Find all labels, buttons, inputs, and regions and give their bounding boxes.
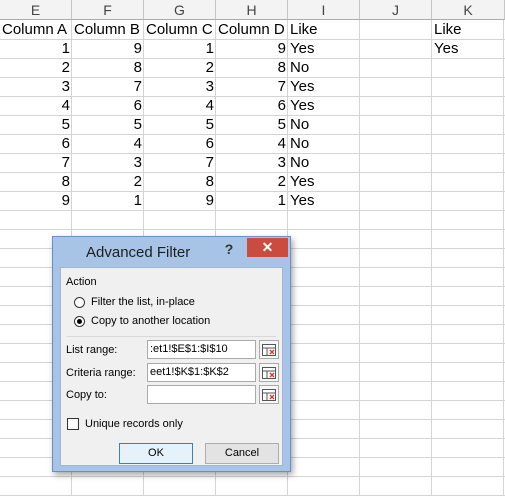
grid-line [0,210,505,211]
criteria-range-collapse-button[interactable] [259,363,279,382]
criteria-range-label: Criteria range: [66,367,136,379]
advanced-filter-dialog: Advanced Filter ? ✕ Action Filter the li… [52,236,291,472]
list-range-label: List range: [66,344,118,356]
table-cell[interactable]: 1 [72,191,144,210]
column-header-k[interactable]: K [432,0,505,20]
filter-in-place-radio[interactable] [74,297,85,308]
list-range-collapse-button[interactable] [259,340,279,359]
criteria-range-input[interactable]: eet1!$K$1:$K$2 [147,363,256,382]
table-cell[interactable]: 9 [144,191,216,210]
copy-to-label: Copy to: [66,389,107,401]
table-cell[interactable]: 4 [144,96,216,115]
table-cell[interactable]: 8 [72,58,144,77]
action-group-label: Action [66,276,97,288]
column-header-i[interactable]: I [288,0,360,20]
copy-to-location-label[interactable]: Copy to another location [91,315,210,327]
table-cell[interactable]: 4 [72,134,144,153]
table-cell[interactable]: 5 [72,115,144,134]
table-cell[interactable]: 2 [72,172,144,191]
table-cell[interactable]: 3 [216,153,288,172]
cell-header-column-b[interactable]: Column B [72,20,144,39]
table-cell[interactable]: 9 [72,39,144,58]
table-cell[interactable]: 9 [216,39,288,58]
column-header-j[interactable]: J [360,0,432,20]
table-cell[interactable]: 5 [144,115,216,134]
table-cell[interactable]: Yes [288,191,360,210]
table-cell[interactable]: 2 [144,58,216,77]
table-cell[interactable]: 6 [72,96,144,115]
table-cell[interactable]: 6 [0,134,72,153]
help-icon[interactable]: ? [219,239,239,259]
table-cell[interactable]: 5 [0,115,72,134]
list-range-input[interactable]: :et1!$E$1:$I$10 [147,340,256,359]
table-cell[interactable]: 1 [216,191,288,210]
table-cell[interactable]: Yes [288,39,360,58]
table-cell[interactable]: Yes [288,77,360,96]
table-cell[interactable]: No [288,115,360,134]
copy-to-location-radio[interactable] [74,316,85,327]
table-cell[interactable]: Yes [288,172,360,191]
table-cell[interactable]: No [288,153,360,172]
cell-header-column-a[interactable]: Column A [0,20,72,39]
column-header-e[interactable]: E [0,0,72,20]
table-cell[interactable]: 1 [0,39,72,58]
table-cell[interactable]: 4 [0,96,72,115]
dialog-body: Action Filter the list, in-place Copy to… [60,267,283,466]
table-cell[interactable]: 7 [216,77,288,96]
grid-line [503,20,504,496]
table-cell[interactable]: 6 [216,96,288,115]
grid-line [0,229,505,230]
table-cell[interactable]: 7 [144,153,216,172]
table-cell[interactable]: 8 [144,172,216,191]
table-cell[interactable]: 9 [0,191,72,210]
table-cell[interactable]: 3 [0,77,72,96]
table-cell[interactable]: 7 [72,77,144,96]
table-cell[interactable]: 8 [216,58,288,77]
copy-to-input[interactable] [147,385,256,404]
table-cell[interactable]: No [288,134,360,153]
unique-records-label[interactable]: Unique records only [85,418,183,430]
dialog-titlebar[interactable]: Advanced Filter ? ✕ [53,237,290,267]
unique-records-checkbox[interactable] [67,418,79,430]
filter-in-place-label[interactable]: Filter the list, in-place [91,296,195,308]
close-button[interactable]: ✕ [247,238,288,257]
cell-criteria-header-like[interactable]: Like [432,20,504,39]
table-cell[interactable]: 8 [0,172,72,191]
table-cell[interactable]: 5 [216,115,288,134]
table-cell[interactable]: 3 [144,77,216,96]
range-selector-icon [262,367,276,379]
column-header-f[interactable]: F [72,0,144,20]
copy-to-collapse-button[interactable] [259,385,279,404]
table-cell[interactable]: 3 [72,153,144,172]
cell-header-column-d[interactable]: Column D [216,20,288,39]
table-cell[interactable]: 6 [144,134,216,153]
table-cell[interactable]: 4 [216,134,288,153]
column-header-g[interactable]: G [144,0,216,20]
table-cell[interactable]: 1 [144,39,216,58]
grid-line [0,476,505,477]
cancel-button[interactable]: Cancel [205,443,279,464]
column-header-h[interactable]: H [216,0,288,20]
table-cell[interactable]: 7 [0,153,72,172]
range-selector-icon [262,389,276,401]
grid-line [431,20,432,496]
table-cell[interactable]: 2 [0,58,72,77]
range-selector-icon [262,344,276,356]
table-cell[interactable]: Yes [288,96,360,115]
cell-criteria-value[interactable]: Yes [432,39,504,58]
dialog-title: Advanced Filter [86,244,191,261]
table-cell[interactable]: No [288,58,360,77]
cell-header-column-c[interactable]: Column C [144,20,216,39]
cell-header-like[interactable]: Like [288,20,360,39]
ok-button[interactable]: OK [119,443,193,464]
divider [67,336,276,337]
table-cell[interactable]: 2 [216,172,288,191]
